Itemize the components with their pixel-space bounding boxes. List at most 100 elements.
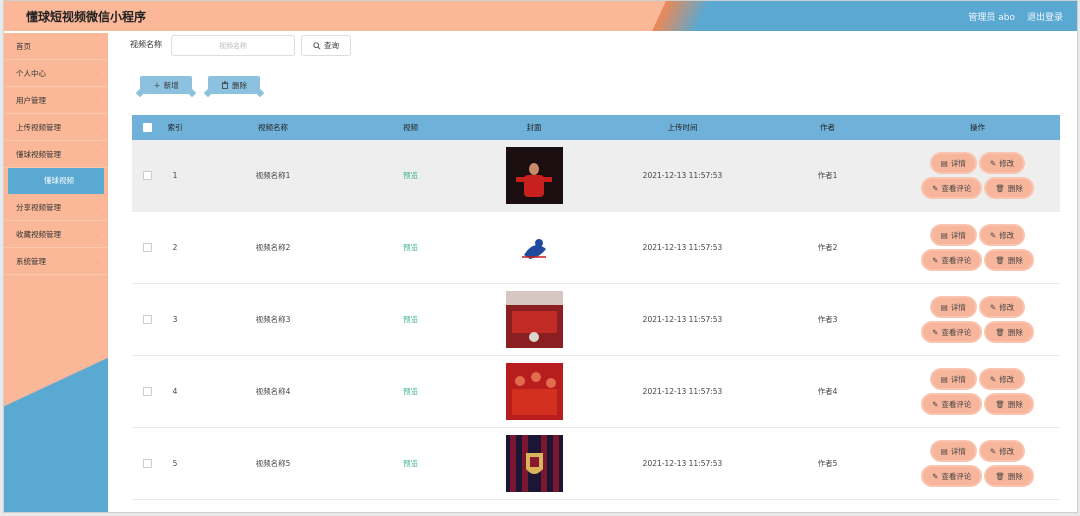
sidebar-subitem-football-video[interactable]: 懂球视频 bbox=[8, 168, 104, 194]
sidebar-item-home[interactable]: 首页 bbox=[4, 33, 108, 60]
row-checkbox[interactable] bbox=[142, 243, 152, 252]
preview-link[interactable]: 预览 bbox=[358, 386, 463, 397]
delete-button[interactable]: 🗑 删除 bbox=[986, 251, 1032, 269]
detail-button[interactable]: ▤ 详情 bbox=[931, 154, 975, 172]
edit-button[interactable]: ✎ 修改 bbox=[980, 370, 1024, 388]
edit-button[interactable]: ✎ 修改 bbox=[980, 226, 1024, 244]
delete-button-label: 删除 bbox=[1007, 255, 1023, 265]
trash-icon: 🗑 bbox=[995, 471, 1005, 481]
cover-image bbox=[505, 363, 563, 420]
detail-button[interactable]: ▤ 详情 bbox=[931, 226, 975, 244]
search-input[interactable] bbox=[171, 35, 295, 56]
trash-icon bbox=[221, 81, 229, 89]
author-cell: 作者1 bbox=[817, 171, 838, 180]
table-row[interactable]: 1 视频名称1 预览 2021-12-13 11:57:53 作者1 ▤ 详情 ✎… bbox=[132, 140, 1060, 212]
trash-icon: 🗑 bbox=[995, 255, 1005, 265]
table-row[interactable]: 4 视频名称4 预览 2021-12-13 11:57:53 作者4 ▤ 详情 ✎… bbox=[132, 356, 1060, 428]
view-comments-button[interactable]: ✎ 查看评论 bbox=[923, 323, 981, 341]
row-checkbox[interactable] bbox=[142, 171, 152, 180]
column-header: 视频名称 bbox=[258, 123, 288, 132]
document-icon: ▤ bbox=[940, 230, 948, 240]
upload-time-cell: 2021-12-13 11:57:53 bbox=[642, 171, 723, 180]
detail-button-label: 详情 bbox=[950, 302, 966, 312]
cover-cell bbox=[463, 363, 605, 420]
edit-button-label: 修改 bbox=[999, 230, 1015, 240]
document-icon: ▤ bbox=[940, 302, 948, 312]
detail-button[interactable]: ▤ 详情 bbox=[931, 370, 975, 388]
detail-button[interactable]: ▤ 详情 bbox=[931, 442, 975, 460]
add-button-label: 新增 bbox=[163, 80, 179, 90]
video-name-cell: 视频名称3 bbox=[255, 315, 291, 324]
edit-button[interactable]: ✎ 修改 bbox=[980, 442, 1024, 460]
sidebar-item-users[interactable]: 用户管理 ⌄ bbox=[4, 87, 108, 114]
cover-cell bbox=[463, 291, 605, 348]
delete-button-label: 删除 bbox=[232, 80, 247, 90]
chevron-down-icon: ⌄ bbox=[94, 96, 100, 104]
checkbox-cell bbox=[132, 315, 162, 324]
view-comments-button[interactable]: ✎ 查看评论 bbox=[923, 179, 981, 197]
preview-link[interactable]: 预览 bbox=[358, 314, 463, 325]
sidebar-item-share-videos[interactable]: 分享视频管理 ⌄ bbox=[4, 194, 108, 221]
detail-button-label: 详情 bbox=[950, 230, 966, 240]
operations-cell: ▤ 详情 ✎ 修改 ✎ 查看评论 🗑 删除 bbox=[895, 298, 1060, 341]
trash-icon: 🗑 bbox=[995, 327, 1005, 337]
search-button-label: 查询 bbox=[324, 41, 339, 50]
trash-icon: 🗑 bbox=[995, 183, 1005, 193]
search-button[interactable]: 查询 bbox=[301, 35, 351, 56]
view-comments-button[interactable]: ✎ 查看评论 bbox=[923, 467, 981, 485]
video-name-cell: 视频名称4 bbox=[255, 387, 291, 396]
pencil-icon: ✎ bbox=[989, 302, 997, 312]
table-row[interactable]: 5 视频名称5 预览 2021-12-13 11:57:53 作者5 ▤ 详情 ✎… bbox=[132, 428, 1060, 500]
logout-link[interactable]: 退出登录 bbox=[1027, 10, 1063, 23]
index-cell: 3 bbox=[172, 315, 178, 324]
pencil-icon: ✎ bbox=[989, 230, 997, 240]
bulk-delete-button[interactable]: 删除 bbox=[208, 76, 260, 94]
upload-time-cell: 2021-12-13 11:57:53 bbox=[642, 315, 723, 324]
preview-link[interactable]: 预览 bbox=[358, 242, 463, 253]
delete-button[interactable]: 🗑 删除 bbox=[986, 179, 1032, 197]
table-row[interactable]: 3 视频名称3 预览 2021-12-13 11:57:53 作者3 ▤ 详情 ✎… bbox=[132, 284, 1060, 356]
delete-button[interactable]: 🗑 删除 bbox=[986, 323, 1032, 341]
edit-button[interactable]: ✎ 修改 bbox=[980, 154, 1024, 172]
sidebar-item-label: 系统管理 bbox=[16, 257, 46, 266]
preview-link[interactable]: 预览 bbox=[358, 170, 463, 181]
select-all-cell bbox=[132, 123, 162, 132]
pencil-icon: ✎ bbox=[932, 399, 939, 409]
pencil-icon: ✎ bbox=[932, 327, 939, 337]
row-checkbox[interactable] bbox=[142, 459, 152, 468]
detail-button-label: 详情 bbox=[950, 446, 966, 456]
table-row[interactable]: 2 视频名称2 预览 2021-12-13 11:57:53 作者2 ▤ 详情 ✎… bbox=[132, 212, 1060, 284]
pencil-icon: ✎ bbox=[932, 255, 939, 265]
sidebar-item-upload-videos[interactable]: 上传视频管理 ⌄ bbox=[4, 114, 108, 141]
column-header: 视频 bbox=[403, 123, 418, 132]
view-comments-button[interactable]: ✎ 查看评论 bbox=[923, 395, 981, 413]
pencil-icon: ✎ bbox=[989, 158, 997, 168]
add-button[interactable]: ＋ 新增 bbox=[140, 76, 192, 94]
edit-button[interactable]: ✎ 修改 bbox=[980, 298, 1024, 316]
select-all-checkbox[interactable] bbox=[142, 123, 152, 132]
detail-button[interactable]: ▤ 详情 bbox=[931, 298, 975, 316]
cover-image bbox=[505, 291, 563, 348]
row-checkbox[interactable] bbox=[142, 315, 152, 324]
sidebar: 首页 个人中心 ⌄ 用户管理 ⌄ 上传视频管理 ⌄ 懂球视频管理 ⌃ 懂球视频 分享视频… bbox=[4, 33, 108, 512]
preview-link[interactable]: 预览 bbox=[358, 458, 463, 469]
row-checkbox[interactable] bbox=[142, 387, 152, 396]
table-header: 索引 视频名称 视频 封面 上传时间 作者 操作 bbox=[132, 115, 1060, 140]
sidebar-item-label: 首页 bbox=[16, 42, 31, 51]
sidebar-item-football-videos[interactable]: 懂球视频管理 ⌃ bbox=[4, 141, 108, 168]
cover-image bbox=[505, 435, 563, 492]
app-title: 懂球短视频微信小程序 bbox=[26, 10, 147, 24]
sidebar-item-system[interactable]: 系统管理 ⌄ bbox=[4, 248, 108, 275]
delete-button-label: 删除 bbox=[1007, 327, 1023, 337]
pencil-icon: ✎ bbox=[989, 374, 997, 384]
delete-button[interactable]: 🗑 删除 bbox=[986, 467, 1032, 485]
sidebar-item-label: 懂球视频 bbox=[44, 176, 74, 185]
delete-button[interactable]: 🗑 删除 bbox=[986, 395, 1032, 413]
author-cell: 作者2 bbox=[817, 243, 838, 252]
delete-button-label: 删除 bbox=[1007, 471, 1023, 481]
view-comments-button[interactable]: ✎ 查看评论 bbox=[923, 251, 981, 269]
cover-cell bbox=[463, 219, 605, 276]
sidebar-item-favorite-videos[interactable]: 收藏视频管理 ⌄ bbox=[4, 221, 108, 248]
sidebar-item-profile[interactable]: 个人中心 ⌄ bbox=[4, 60, 108, 87]
search-icon bbox=[313, 41, 321, 50]
